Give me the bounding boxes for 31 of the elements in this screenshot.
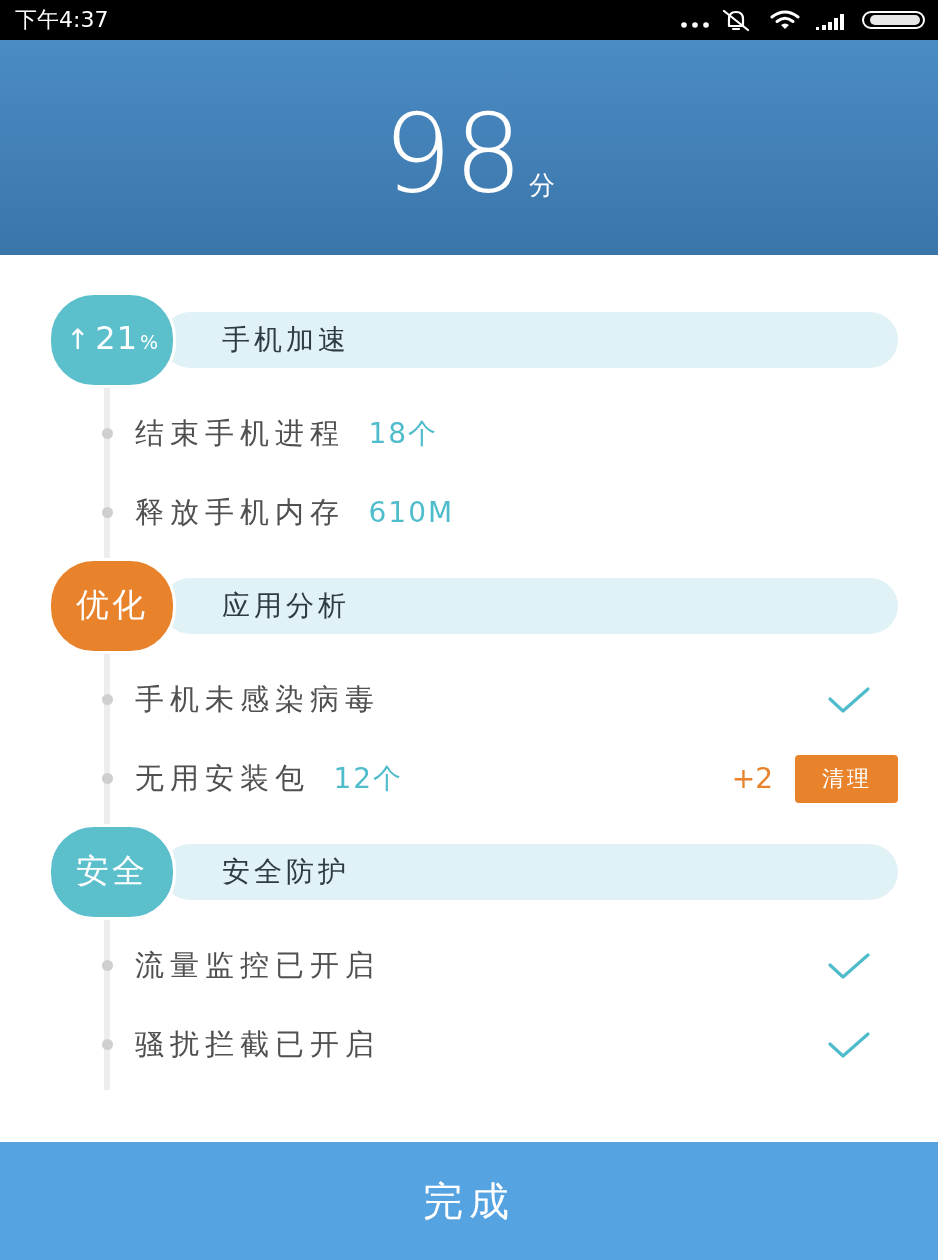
item-label: 流量监控已开启	[134, 946, 380, 984]
item-label: 释放手机内存	[134, 493, 345, 531]
clean-button[interactable]: 清理	[795, 754, 898, 803]
item-label: 骚扰拦截已开启	[134, 1025, 380, 1063]
bullet-dot-icon	[101, 960, 113, 971]
section-badge: ↑ 21%	[48, 292, 176, 388]
section-badge: 安全	[48, 824, 176, 920]
score-unit: 分	[528, 171, 555, 198]
status-time: 下午4:37	[15, 9, 109, 31]
battery-icon	[862, 11, 925, 29]
gain-count: +2	[731, 762, 773, 795]
check-icon	[828, 952, 870, 979]
item-label: 结束手机进程	[134, 414, 345, 452]
bullet-dot-icon	[101, 773, 113, 784]
section-badge: 优化	[48, 558, 176, 654]
bell-slash-icon	[721, 8, 751, 32]
item-count: 12个	[333, 760, 404, 797]
done-button[interactable]: 完成	[0, 1142, 938, 1260]
item-count: 610M	[368, 496, 455, 529]
score-value: 98	[383, 99, 525, 208]
bullet-dot-icon	[101, 428, 113, 439]
item-label: 无用安装包	[134, 759, 310, 797]
item-label: 手机未感染病毒	[134, 680, 380, 718]
ellipsis-icon	[681, 22, 709, 28]
item-count: 18个	[368, 415, 439, 452]
bullet-dot-icon	[101, 694, 113, 705]
bullet-dot-icon	[101, 507, 113, 518]
bullet-dot-icon	[101, 1039, 113, 1050]
check-icon	[828, 1031, 870, 1058]
check-icon	[828, 686, 870, 713]
wifi-icon	[770, 10, 800, 30]
